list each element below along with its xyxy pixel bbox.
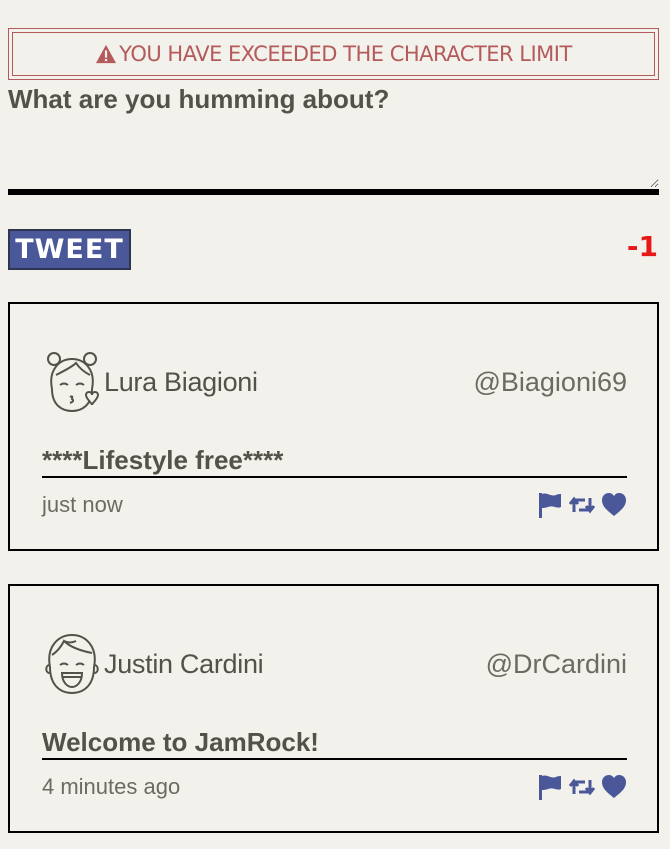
tweet-user: Lura Biagioni bbox=[42, 349, 258, 415]
compose-prompt: What are you humming about? bbox=[8, 84, 390, 114]
flag-icon[interactable] bbox=[537, 774, 563, 800]
error-banner: YOU HAVE EXCEEDED THE CHARACTER LIMIT bbox=[8, 28, 659, 80]
tweet-header: Lura Biagioni @Biagioni69 bbox=[42, 348, 627, 416]
tweet-text: ****Lifestyle free**** bbox=[42, 444, 627, 478]
girl-kiss-avatar-icon bbox=[47, 352, 100, 413]
tweet-card: Justin Cardini @DrCardini Welcome to Jam… bbox=[8, 584, 659, 833]
boy-laughing-avatar-icon bbox=[45, 633, 99, 695]
tweet-author-name: Lura Biagioni bbox=[104, 366, 258, 397]
heart-icon[interactable] bbox=[601, 492, 627, 518]
tweet-card: Lura Biagioni @Biagioni69 ****Lifestyle … bbox=[8, 302, 659, 551]
tweet-timestamp: 4 minutes ago bbox=[42, 774, 181, 799]
warning-triangle-icon bbox=[96, 44, 117, 64]
tweet-button[interactable]: TWEET bbox=[8, 229, 131, 270]
heart-icon[interactable] bbox=[601, 774, 627, 800]
tweet-actions bbox=[537, 492, 627, 518]
tweet-text: Welcome to JamRock! bbox=[42, 726, 627, 760]
flag-icon[interactable] bbox=[537, 492, 563, 518]
compose-underline bbox=[8, 189, 659, 195]
tweet-timestamp: just now bbox=[42, 492, 123, 517]
character-counter: -1 bbox=[626, 230, 658, 263]
error-message-text: YOU HAVE EXCEEDED THE CHARACTER LIMIT bbox=[119, 42, 572, 66]
tweeter-page: YOU HAVE EXCEEDED THE CHARACTER LIMIT Wh… bbox=[0, 0, 670, 849]
tweet-user: Justin Cardini bbox=[42, 631, 264, 697]
tweet-author-handle: @DrCardini bbox=[485, 648, 627, 679]
tweet-author-name: Justin Cardini bbox=[104, 648, 264, 679]
tweet-header: Justin Cardini @DrCardini bbox=[42, 630, 627, 698]
tweet-author-handle: @Biagioni69 bbox=[473, 366, 627, 397]
tweet-compose-input[interactable] bbox=[8, 116, 659, 188]
tweet-footer: just now bbox=[42, 488, 627, 522]
retweet-icon[interactable] bbox=[569, 774, 595, 800]
tweet-actions bbox=[537, 774, 627, 800]
error-message: YOU HAVE EXCEEDED THE CHARACTER LIMIT bbox=[95, 42, 572, 66]
retweet-icon[interactable] bbox=[569, 492, 595, 518]
tweet-footer: 4 minutes ago bbox=[42, 770, 627, 804]
